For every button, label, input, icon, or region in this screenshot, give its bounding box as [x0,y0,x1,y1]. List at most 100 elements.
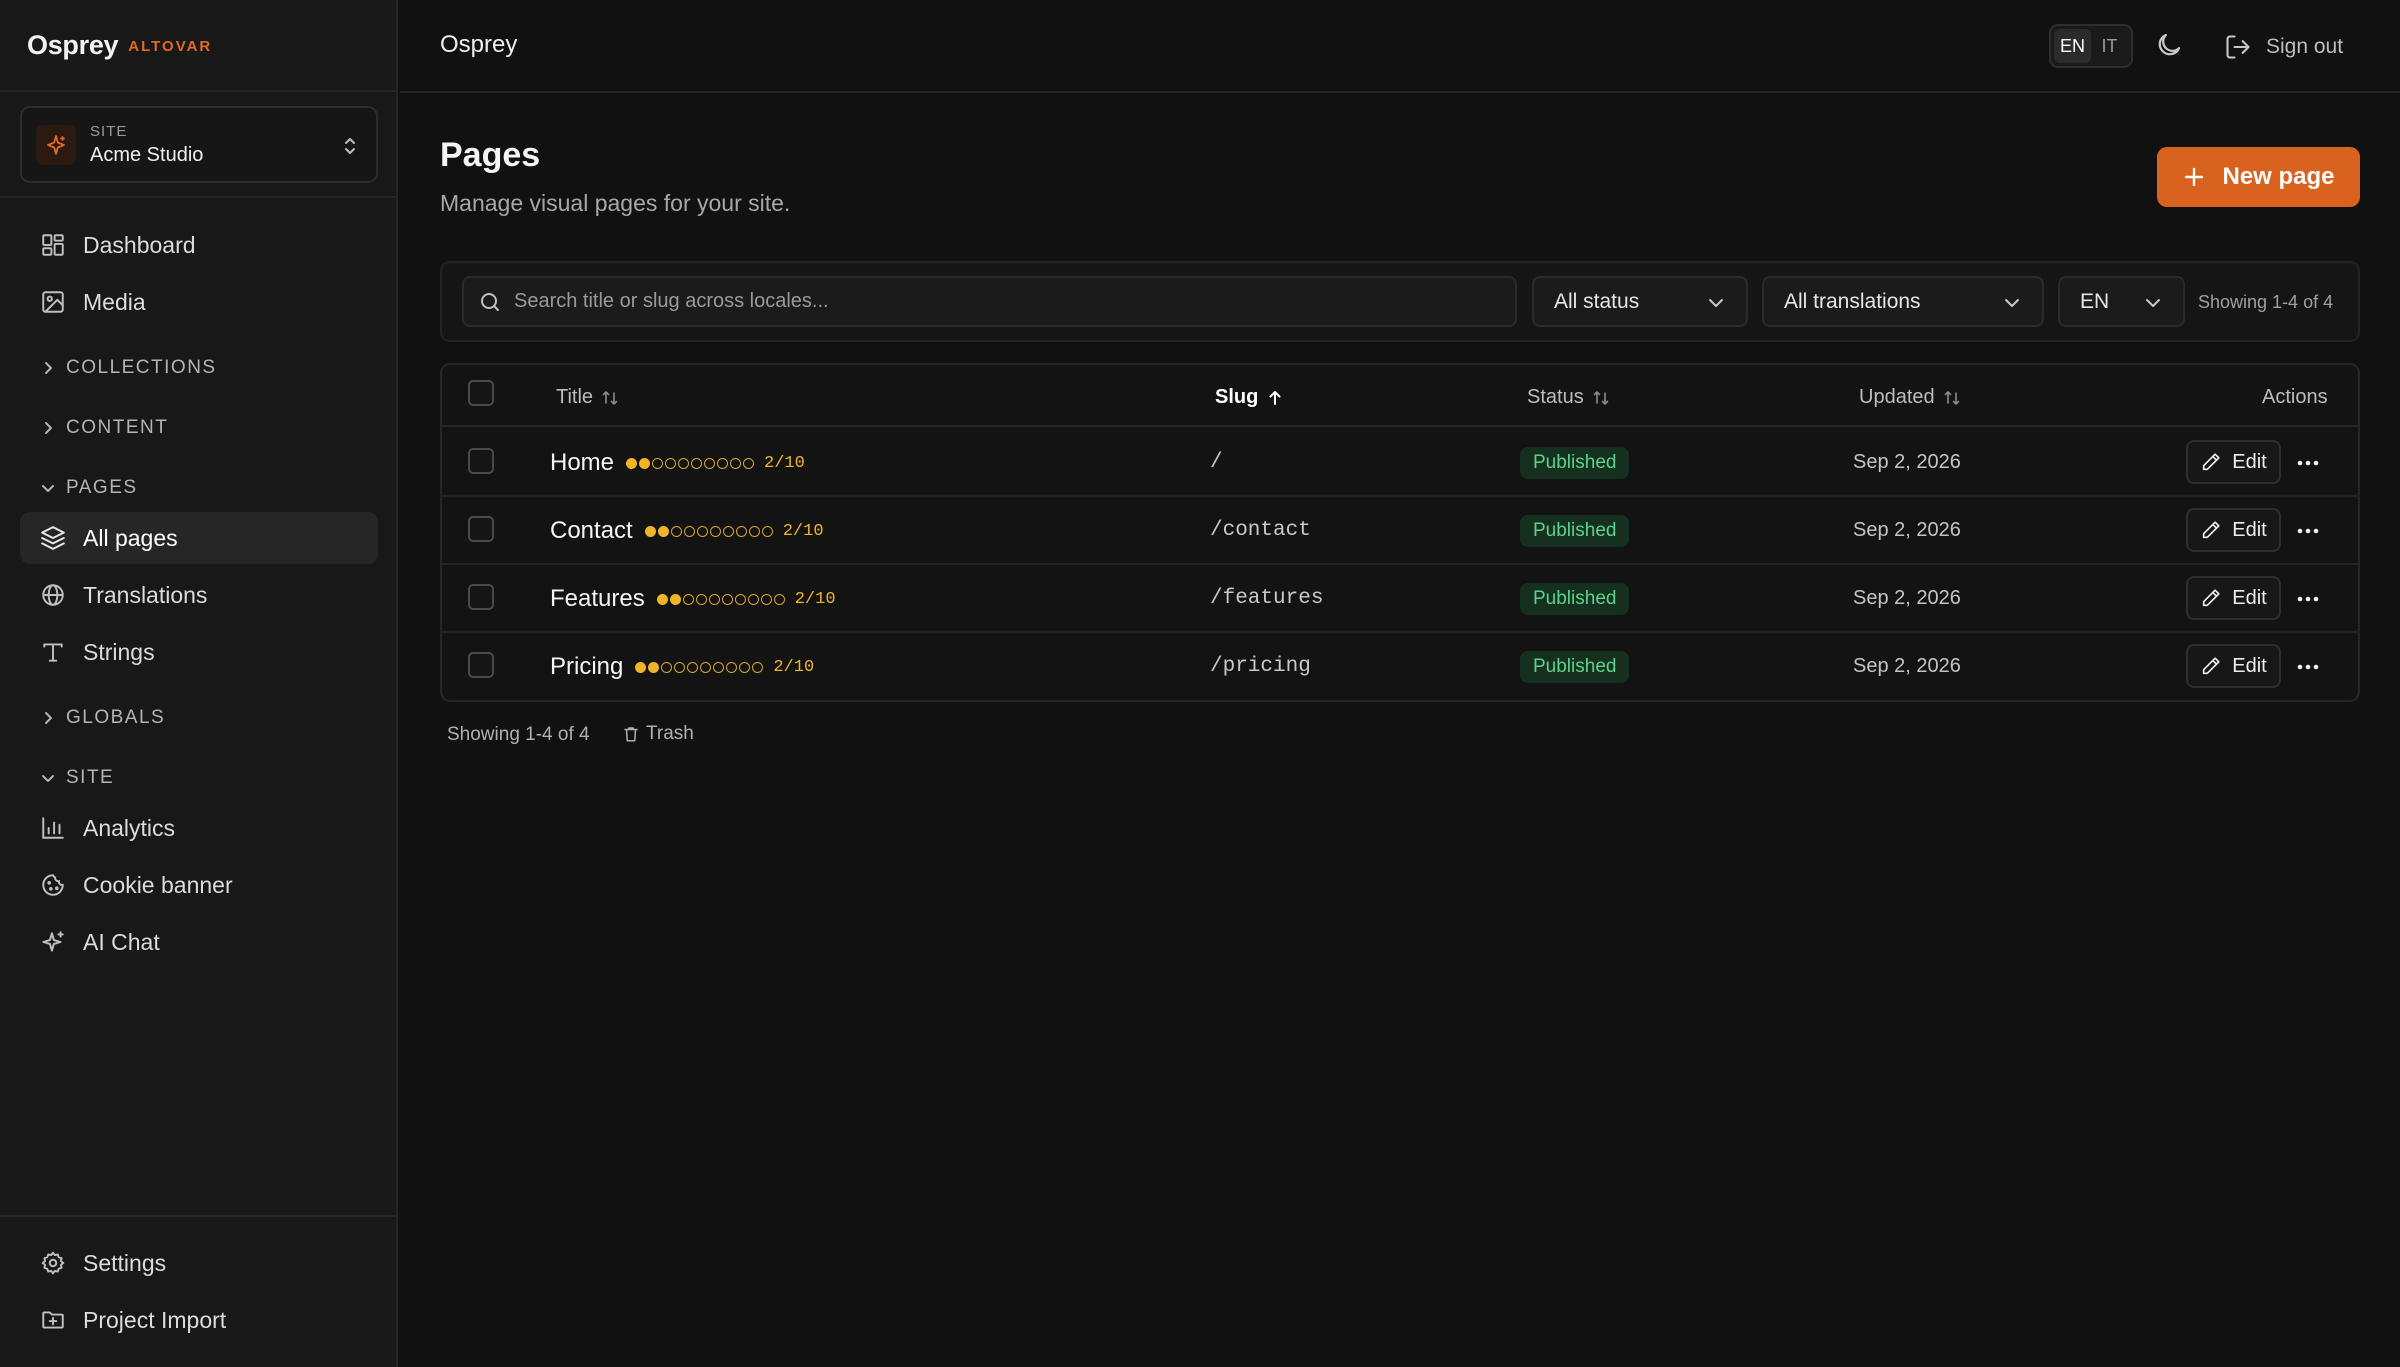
edit-button[interactable]: Edit [2186,440,2281,484]
title-cell: Contact 2/10 [550,517,824,545]
slug-cell: /contact [1210,519,1311,542]
language-it-button[interactable]: IT [2091,29,2128,63]
locale-filter-dropdown[interactable]: EN [2058,276,2185,327]
brand-name: Osprey [27,29,119,60]
section-collections[interactable]: COLLECTIONS [40,353,217,383]
more-actions-button[interactable] [2292,515,2324,547]
sidebar-item-label: Strings [83,638,155,665]
sidebar-item-cookie-banner[interactable]: Cookie banner [20,859,378,911]
ellipsis-icon [2297,596,2319,602]
trash-icon [624,727,638,742]
score-dot [665,457,677,469]
score-dot [748,525,760,537]
search-icon [481,292,499,311]
column-header-slug[interactable]: Slug [1215,386,1284,409]
row-checkbox[interactable] [468,516,494,542]
score-dot [739,661,751,673]
sidebar-item-settings[interactable]: Settings [20,1237,378,1289]
row-checkbox[interactable] [468,652,494,678]
sparkles-icon [42,931,64,952]
header-title: Osprey [440,31,518,58]
translations-filter-dropdown[interactable]: All translations [1762,276,2044,327]
more-actions-button[interactable] [2292,583,2324,615]
sidebar-item-label: Analytics [83,814,176,841]
new-page-label: New page [2222,163,2335,190]
ellipsis-icon [2297,664,2319,670]
score-dot [761,525,773,537]
select-all-checkbox[interactable] [468,380,494,406]
row-checkbox[interactable] [468,584,494,610]
language-en-button[interactable]: EN [2054,29,2091,63]
page-title-link[interactable]: Home [550,449,614,477]
score-dots [644,525,775,537]
edit-button[interactable]: Edit [2186,508,2281,552]
score-dot [670,525,682,537]
edit-label: Edit [2232,450,2267,473]
search-input[interactable] [514,290,1474,313]
chevron-down-icon [42,775,54,782]
row-checkbox[interactable] [468,448,494,474]
more-actions-button[interactable] [2292,651,2324,683]
score-dot [717,457,729,469]
sidebar-item-project-import[interactable]: Project Import [20,1294,378,1346]
sidebar-item-strings[interactable]: Strings [20,626,378,678]
gear-icon [41,1251,65,1275]
sidebar-item-analytics[interactable]: Analytics [20,802,378,854]
section-site[interactable]: SITE [40,763,114,793]
chevron-right-icon [45,712,52,724]
more-actions-button[interactable] [2292,447,2324,479]
status-badge: Published [1520,447,1630,479]
score-dot [708,593,720,605]
score-dot [747,593,759,605]
score-dot [682,593,694,605]
slug-cell: / [1210,451,1223,474]
trash-link[interactable]: Trash [622,723,694,745]
score-dot [635,661,647,673]
section-label: GLOBALS [66,707,166,728]
table-row: Home 2/10 / Published Sep 2, 2026 Edit [442,429,2358,497]
theme-toggle-button[interactable] [2154,30,2184,60]
sidebar-item-dashboard[interactable]: Dashboard [20,219,378,271]
sign-out-button[interactable]: Sign out [2224,28,2343,66]
column-header-updated[interactable]: Updated [1859,386,1961,409]
new-page-button[interactable]: New page [2157,147,2360,207]
sidebar-item-ai-chat[interactable]: AI Chat [20,916,378,968]
log-out-icon [2226,35,2250,59]
score-dot [735,525,747,537]
updated-cell: Sep 2, 2026 [1853,451,1961,473]
dashboard-icon [42,234,64,256]
arrow-up-icon [1269,390,1281,405]
page-title: Pages [440,136,541,174]
edit-button[interactable]: Edit [2186,576,2281,620]
column-label: Slug [1215,386,1259,408]
page-title-link[interactable]: Contact [550,517,633,545]
ellipsis-icon [2297,460,2319,466]
page-title-link[interactable]: Features [550,585,645,613]
sidebar-item-media[interactable]: Media [20,276,378,328]
score-dot [656,593,668,605]
score-dot [674,661,686,673]
section-globals[interactable]: GLOBALS [40,703,165,733]
site-selector[interactable]: SITE Acme Studio [20,106,378,183]
search-box [462,276,1517,327]
status-filter-dropdown[interactable]: All status [1532,276,1748,327]
column-header-status[interactable]: Status [1527,386,1610,409]
sidebar-item-all-pages[interactable]: All pages [20,512,378,564]
sidebar-item-label: Translations [83,581,208,608]
slug-cell: /pricing [1210,655,1311,678]
sidebar-item-translations[interactable]: Translations [20,569,378,621]
score-dot [730,457,742,469]
edit-button[interactable]: Edit [2186,644,2281,688]
section-pages[interactable]: PAGES [40,473,138,503]
page-title-link[interactable]: Pricing [550,653,623,681]
column-header-title[interactable]: Title [556,386,619,409]
score-dot [648,661,660,673]
score-text: 2/10 [764,453,805,473]
section-content[interactable]: CONTENT [40,413,168,443]
score-dot [760,593,772,605]
status-filter-value: All status [1554,289,1640,313]
locale-filter-value: EN [2080,289,2110,313]
score-dot [713,661,725,673]
score-text: 2/10 [794,589,836,609]
pencil-icon [2203,521,2220,539]
